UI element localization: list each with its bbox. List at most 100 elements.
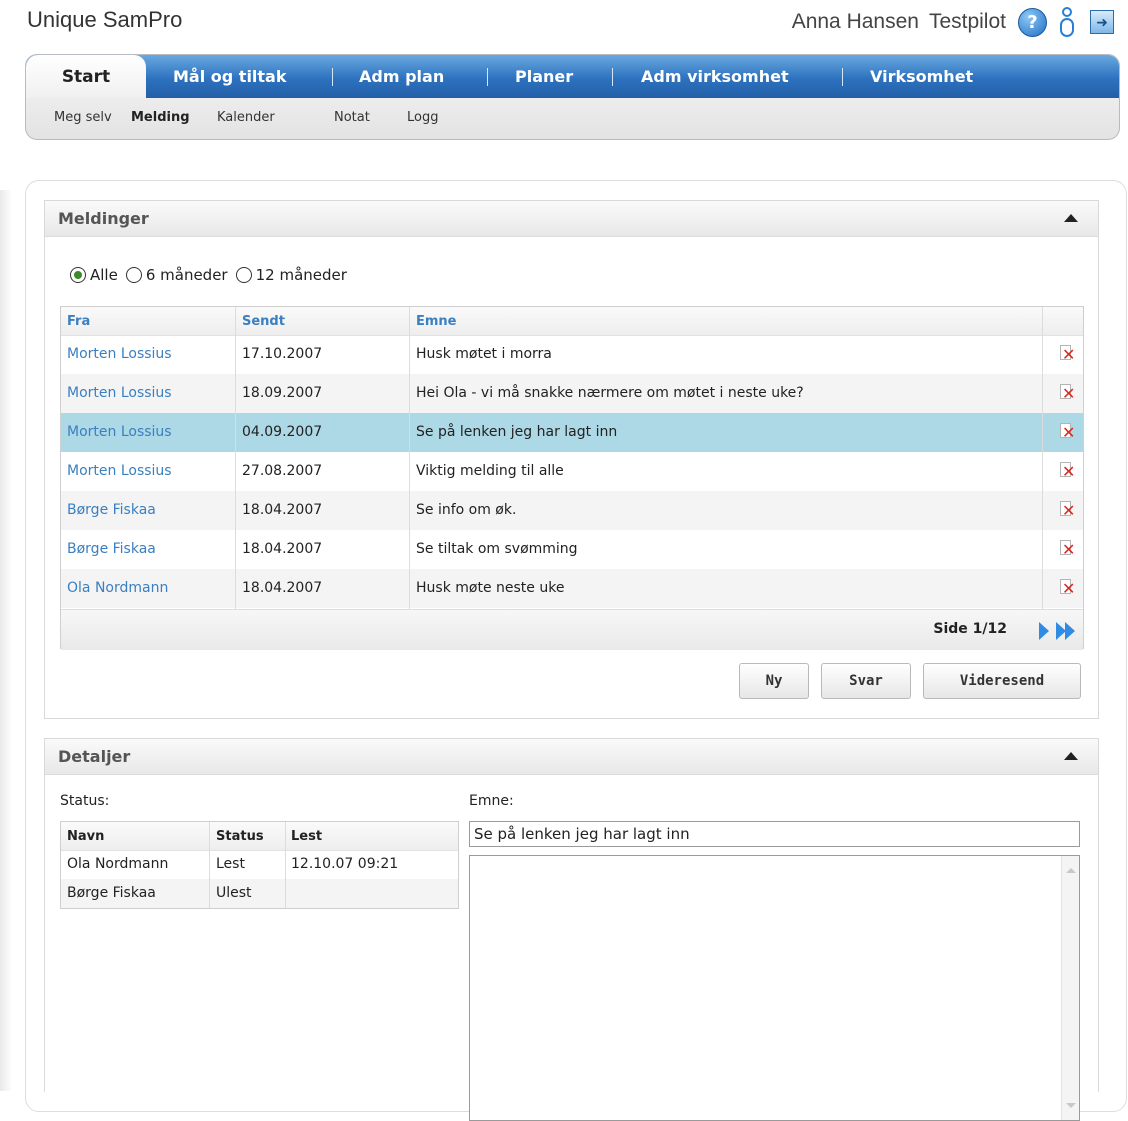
table-row[interactable]: Morten Lossius 18.09.2007 Hei Ola - vi m… xyxy=(61,374,1083,413)
new-button[interactable]: Ny xyxy=(739,663,809,699)
radio-icon[interactable] xyxy=(125,267,142,283)
filter-all[interactable]: Alle xyxy=(70,266,118,284)
column-header-status: Status xyxy=(216,829,264,844)
cell-from[interactable]: Ola Nordmann xyxy=(67,580,168,596)
user-role: Testpilot xyxy=(928,10,1006,33)
tab-adm-plan[interactable]: Adm plan xyxy=(359,55,444,98)
scroll-down-icon[interactable] xyxy=(1066,1103,1076,1108)
filter-6-months[interactable]: 6 måneder xyxy=(125,266,228,284)
table-row[interactable]: Børge Fiskaa 18.04.2007 Se info om øk. ✕ xyxy=(61,491,1083,530)
cell-name: Ola Nordmann xyxy=(67,856,169,872)
subtab-kalender[interactable]: Kalender xyxy=(217,110,275,125)
nav-tabs: Start Mål og tiltak Adm plan Planer Adm … xyxy=(26,55,1119,98)
messages-panel: Meldinger Alle 6 måneder 12 måneder Fra … xyxy=(44,200,1099,719)
page-indicator: Side 1/12 xyxy=(933,621,1007,637)
cell-subject: Hei Ola - vi må snakke nærmere om møtet … xyxy=(416,385,804,401)
cell-from[interactable]: Morten Lossius xyxy=(67,346,172,362)
tab-mal-og-tiltak[interactable]: Mål og tiltak xyxy=(173,55,287,98)
collapse-icon[interactable] xyxy=(1064,214,1078,222)
radio-selected-icon[interactable] xyxy=(70,267,86,283)
subject-field[interactable]: Se på lenken jeg har lagt inn xyxy=(469,821,1080,847)
subtab-logg[interactable]: Logg xyxy=(407,110,438,125)
tab-start[interactable]: Start xyxy=(26,55,146,98)
column-header-sent[interactable]: Sendt xyxy=(242,314,285,329)
reply-button[interactable]: Svar xyxy=(821,663,911,699)
delete-icon[interactable]: ✕ xyxy=(1059,501,1075,519)
filter-label: 6 måneder xyxy=(145,266,228,284)
column-divider xyxy=(235,307,236,609)
last-page-icon-part[interactable] xyxy=(1065,622,1075,640)
app-title: Unique SamPro xyxy=(27,7,183,32)
exit-icon[interactable]: ➜ xyxy=(1090,10,1114,34)
delete-icon[interactable]: ✕ xyxy=(1059,462,1075,480)
cell-from[interactable]: Morten Lossius xyxy=(67,424,172,440)
scrollbar[interactable] xyxy=(1061,856,1079,1120)
cell-subject: Husk møtet i morra xyxy=(416,346,552,362)
status-row: Ola Nordmann Lest 12.10.07 09:21 xyxy=(61,850,458,879)
cell-from[interactable]: Børge Fiskaa xyxy=(67,541,156,557)
cell-sent: 04.09.2007 xyxy=(242,424,323,440)
column-header-subject[interactable]: Emne xyxy=(416,314,457,329)
left-edge-shadow xyxy=(0,190,12,1091)
delete-icon[interactable]: ✕ xyxy=(1059,384,1075,402)
tab-divider xyxy=(487,68,488,86)
date-filter: Alle 6 måneder 12 måneder xyxy=(70,266,355,284)
tab-divider xyxy=(612,68,613,86)
table-row-selected[interactable]: Morten Lossius 04.09.2007 Se på lenken j… xyxy=(61,413,1083,452)
cell-sent: 18.04.2007 xyxy=(242,541,323,557)
cell-status: Lest xyxy=(216,856,245,872)
column-divider xyxy=(409,307,410,609)
cell-sent: 27.08.2007 xyxy=(242,463,323,479)
message-body[interactable] xyxy=(469,855,1080,1121)
cell-from[interactable]: Morten Lossius xyxy=(67,463,172,479)
scroll-up-icon[interactable] xyxy=(1066,868,1076,873)
next-page-icon[interactable] xyxy=(1039,622,1049,640)
tab-virksomhet[interactable]: Virksomhet xyxy=(870,55,973,98)
user-bar: Anna Hansen Testpilot ? ➜ xyxy=(792,5,1114,39)
cell-from[interactable]: Morten Lossius xyxy=(67,385,172,401)
status-label: Status: xyxy=(60,793,110,809)
table-row[interactable]: Børge Fiskaa 18.04.2007 Se tiltak om svø… xyxy=(61,530,1083,569)
table-row[interactable]: Ola Nordmann 18.04.2007 Husk møte neste … xyxy=(61,569,1083,608)
radio-icon[interactable] xyxy=(235,267,252,283)
cell-sent: 17.10.2007 xyxy=(242,346,323,362)
messages-panel-title: Meldinger xyxy=(58,209,149,228)
column-divider xyxy=(285,822,286,908)
user-icon[interactable] xyxy=(1059,7,1075,37)
subtab-meg-selv[interactable]: Meg selv xyxy=(54,110,112,125)
delete-icon[interactable]: ✕ xyxy=(1059,579,1075,597)
cell-status: Ulest xyxy=(216,885,252,901)
column-header-from[interactable]: Fra xyxy=(67,314,90,329)
main-navigation: Start Mål og tiltak Adm plan Planer Adm … xyxy=(25,54,1120,140)
subtab-notat[interactable]: Notat xyxy=(334,110,370,125)
cell-sent: 18.09.2007 xyxy=(242,385,323,401)
sub-navigation: Meg selv Melding Kalender Notat Logg xyxy=(26,98,1119,139)
delete-icon[interactable]: ✕ xyxy=(1059,345,1075,363)
table-row[interactable]: Morten Lossius 17.10.2007 Husk møtet i m… xyxy=(61,335,1083,374)
cell-subject: Se på lenken jeg har lagt inn xyxy=(416,424,618,440)
forward-button[interactable]: Videresend xyxy=(923,663,1081,699)
tab-adm-virksomhet[interactable]: Adm virksomhet xyxy=(641,55,789,98)
pager: Side 1/12 xyxy=(61,609,1083,650)
delete-icon[interactable]: ✕ xyxy=(1059,540,1075,558)
delete-icon[interactable]: ✕ xyxy=(1059,423,1075,441)
cell-subject: Se tiltak om svømming xyxy=(416,541,578,557)
filter-12-months[interactable]: 12 måneder xyxy=(235,266,347,284)
column-header-read: Lest xyxy=(291,829,323,844)
subject-label: Emne: xyxy=(469,793,514,809)
cell-subject: Se info om øk. xyxy=(416,502,517,518)
filter-label: Alle xyxy=(90,266,118,284)
table-row[interactable]: Morten Lossius 27.08.2007 Viktig melding… xyxy=(61,452,1083,491)
status-table-header: Navn Status Lest xyxy=(61,822,458,851)
help-icon[interactable]: ? xyxy=(1018,7,1047,37)
tab-planer[interactable]: Planer xyxy=(515,55,573,98)
tab-divider xyxy=(332,68,333,86)
column-divider xyxy=(209,822,210,908)
subtab-melding[interactable]: Melding xyxy=(131,110,190,125)
status-table: Navn Status Lest Ola Nordmann Lest 12.10… xyxy=(60,821,459,909)
cell-from[interactable]: Børge Fiskaa xyxy=(67,502,156,518)
collapse-icon[interactable] xyxy=(1064,752,1078,760)
filter-label: 12 måneder xyxy=(255,266,347,284)
cell-read: 12.10.07 09:21 xyxy=(291,856,399,872)
cell-subject: Viktig melding til alle xyxy=(416,463,564,479)
